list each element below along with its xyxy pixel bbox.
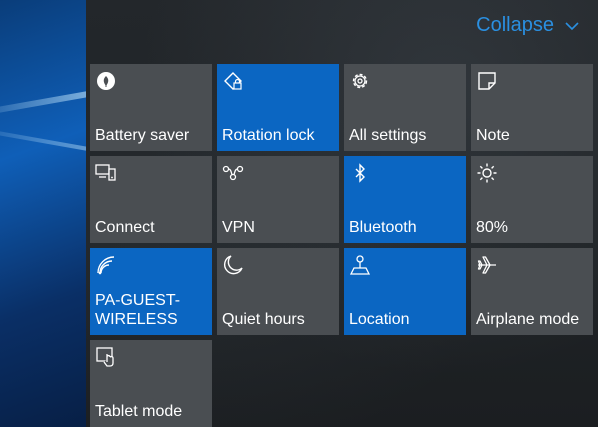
battery-saver-icon	[95, 70, 117, 92]
rotation-lock-icon	[222, 70, 244, 92]
chevron-down-icon	[565, 21, 579, 30]
note-icon	[476, 70, 498, 92]
connect-icon	[95, 162, 117, 184]
tile-wifi[interactable]: PA-GUEST- WIRELESS	[90, 248, 212, 335]
tile-label: Battery saver	[95, 127, 190, 144]
location-icon	[349, 254, 371, 276]
tile-tablet-mode[interactable]: Tablet mode	[90, 340, 212, 427]
tile-label: All settings	[349, 127, 427, 144]
tile-note[interactable]: Note	[471, 64, 593, 151]
tile-label: VPN	[222, 219, 255, 236]
quick-actions-grid: Battery saver Rotation lock All settings…	[90, 64, 593, 427]
tile-battery-saver[interactable]: Battery saver	[90, 64, 212, 151]
tile-brightness[interactable]: 80%	[471, 156, 593, 243]
vpn-icon	[222, 162, 244, 184]
wifi-icon	[95, 254, 117, 276]
tile-label: Location	[349, 311, 410, 328]
collapse-label: Collapse	[476, 14, 554, 36]
desktop-wallpaper	[0, 0, 90, 427]
brightness-icon	[476, 162, 498, 184]
airplane-icon	[476, 254, 498, 276]
tile-label: Note	[476, 127, 510, 144]
wallpaper-light-beam	[0, 78, 90, 120]
tile-label: Quiet hours	[222, 311, 305, 328]
tile-vpn[interactable]: VPN	[217, 156, 339, 243]
collapse-button[interactable]: Collapse	[476, 14, 580, 37]
tile-location[interactable]: Location	[344, 248, 466, 335]
tile-label: Tablet mode	[95, 403, 183, 420]
tablet-mode-icon	[95, 346, 117, 368]
tile-label: Connect	[95, 219, 155, 236]
tile-label: PA-GUEST- WIRELESS	[95, 292, 181, 328]
tile-airplane-mode[interactable]: Airplane mode	[471, 248, 593, 335]
tile-label: Airplane mode	[476, 311, 580, 328]
tile-label: 80%	[476, 219, 509, 236]
tile-label: Bluetooth	[349, 219, 417, 236]
tile-rotation-lock[interactable]: Rotation lock	[217, 64, 339, 151]
tile-connect[interactable]: Connect	[90, 156, 212, 243]
tile-all-settings[interactable]: All settings	[344, 64, 466, 151]
wallpaper-light-beam	[0, 124, 90, 164]
moon-icon	[222, 254, 244, 276]
gear-icon	[349, 70, 371, 92]
tile-bluetooth[interactable]: Bluetooth	[344, 156, 466, 243]
tile-label: Rotation lock	[222, 127, 315, 144]
tile-quiet-hours[interactable]: Quiet hours	[217, 248, 339, 335]
bluetooth-icon	[349, 162, 371, 184]
